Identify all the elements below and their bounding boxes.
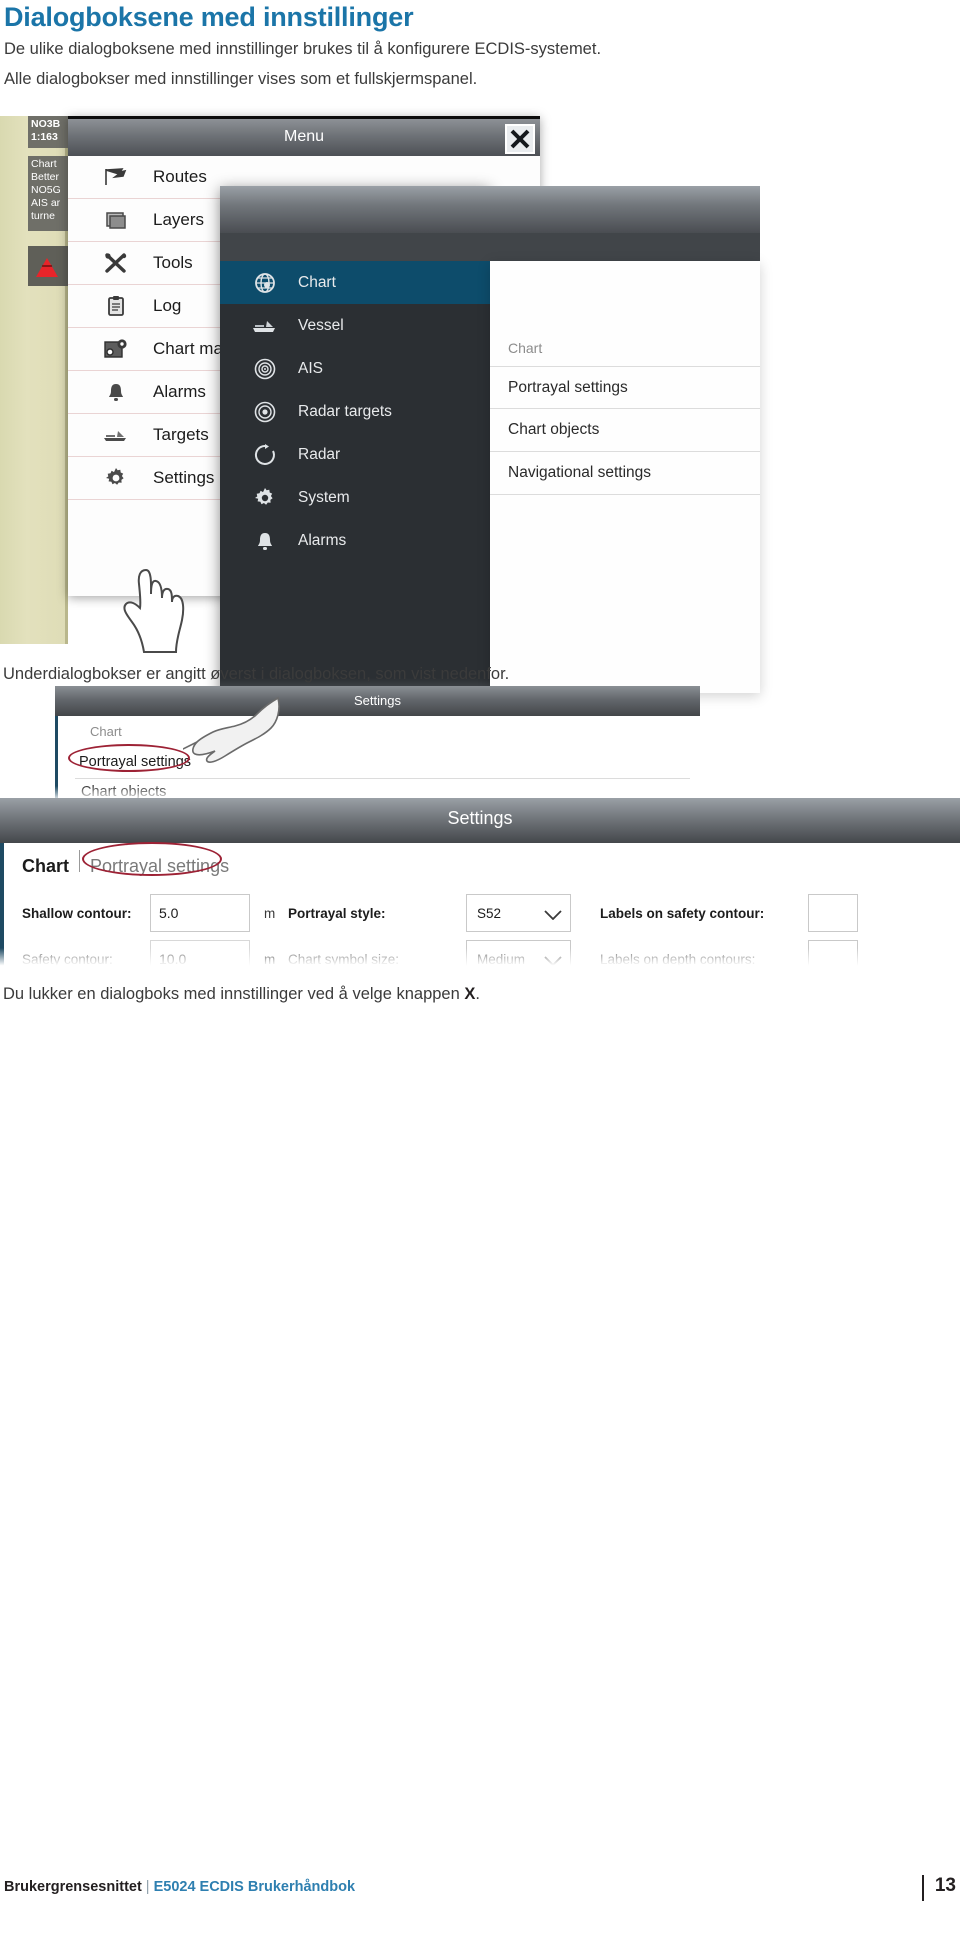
hand-pointer-icon xyxy=(172,696,283,768)
settings-subitem-label: Chart objects xyxy=(508,421,600,438)
menu-title-label: Menu xyxy=(283,128,325,145)
closing-paragraph-period: . xyxy=(475,985,480,1003)
footer-separator: | xyxy=(145,1879,150,1895)
field-row-labels-on-safety-contour: Labels on safety contour: xyxy=(600,894,858,932)
route-flag-icon xyxy=(95,162,137,192)
menu-item-label: Settings xyxy=(153,468,215,487)
radar-target-icon xyxy=(250,399,280,425)
settings-category-label: Vessel xyxy=(298,316,344,334)
settings-subitem-label: Navigational settings xyxy=(508,464,652,481)
settings-category-system[interactable]: System xyxy=(220,476,490,519)
settings-category-label: Radar targets xyxy=(298,402,392,420)
clipboard-log-icon xyxy=(95,291,137,321)
bell-icon xyxy=(95,377,137,407)
tools-cross-icon xyxy=(95,248,137,278)
chart-info-box-status: Chart Better NO5G AIS ar turne xyxy=(28,156,70,231)
settings-small-title-label: Settings xyxy=(354,693,401,708)
warning-triangle-icon xyxy=(36,258,58,277)
footer-page-number: 13 xyxy=(934,1875,956,1896)
menu-titlebar: Menu xyxy=(68,116,540,156)
footer-breadcrumb: Brukergrensesnittet | E5024 ECDIS Brukerhå… xyxy=(4,1879,355,1895)
settings-category-chart[interactable]: Chart xyxy=(220,261,490,304)
closing-paragraph-text: Du lukker en dialogboks med innstillinge… xyxy=(3,985,465,1003)
ais-target-icon xyxy=(250,356,280,382)
settings-category-radar[interactable]: Radar xyxy=(220,433,490,476)
settings-subpanel-list: Portrayal settings Chart objects Navigat… xyxy=(490,366,760,495)
settings-category-label: Alarms xyxy=(298,531,347,549)
figure-fade-bottom xyxy=(0,948,960,970)
divider xyxy=(79,850,81,872)
chart-manager-icon xyxy=(95,334,137,364)
settings-dialog-subbar xyxy=(220,233,760,261)
settings-category-list: Chart Vessel AIS Radar targets Radar Sys… xyxy=(220,261,490,562)
settings-subitem-chart-objects[interactable]: Chart objects xyxy=(490,409,760,452)
figure-settings-dialog-wide: Settings Chart Portrayal settings Shallo… xyxy=(0,798,960,970)
chevron-down-icon xyxy=(544,908,562,921)
footer-divider xyxy=(0,1873,960,1874)
settings-subitem-label: Portrayal settings xyxy=(508,378,628,396)
menu-item-label: Targets xyxy=(153,425,209,444)
settings-small-titlebar: Settings xyxy=(55,686,700,716)
settings-subitem-portrayal-settings[interactable]: Portrayal settings xyxy=(490,366,760,409)
close-button-letter: X xyxy=(464,985,476,1003)
chart-globe-icon xyxy=(250,270,280,296)
figure-settings-dialog-small: Settings Chart Portrayal settings Chart … xyxy=(55,686,700,804)
field-label: Shallow contour: xyxy=(22,905,132,921)
settings-wide-title-label: Settings xyxy=(447,808,513,828)
chart-info-box-scale: NO3B 1:163 xyxy=(28,116,70,148)
menu-item-label: Layers xyxy=(153,210,205,229)
field-unit: m xyxy=(264,905,276,921)
labels-on-safety-contour-checkbox[interactable] xyxy=(808,894,858,932)
settings-category-radar-targets[interactable]: Radar targets xyxy=(220,390,490,433)
vessel-icon xyxy=(250,313,280,339)
footer-section: Brukergrensesnittet xyxy=(4,1879,142,1895)
settings-category-ais[interactable]: AIS xyxy=(220,347,490,390)
intro-paragraph-line-1: De ulike dialogboksene med innstillinger… xyxy=(4,40,602,58)
page-footer: Brukergrensesnittet | E5024 ECDIS Brukerhå… xyxy=(0,1873,960,1907)
field-row-shallow-contour: Shallow contour: 5.0 m xyxy=(22,894,275,932)
closing-paragraph: Du lukker en dialogboks med innstillinge… xyxy=(3,985,480,1004)
portrayal-style-select[interactable]: S52 xyxy=(466,894,571,932)
menu-item-label: Tools xyxy=(153,253,193,272)
field-label: Labels on safety contour: xyxy=(600,905,765,921)
radar-sweep-icon xyxy=(250,442,280,468)
menu-item-label: Routes xyxy=(153,167,207,186)
vessel-targets-icon xyxy=(95,420,137,450)
figure-menu-and-settings-cascade: NO3B 1:163 Chart Better NO5G AIS ar turn… xyxy=(0,108,760,726)
gear-icon xyxy=(95,463,137,493)
settings-category-label: System xyxy=(298,488,350,506)
chart-alert-box xyxy=(28,246,70,286)
field-label: Portrayal style: xyxy=(288,905,386,921)
settings-dialog-titlebar xyxy=(220,186,760,233)
portrayal-style-value: S52 xyxy=(477,905,502,921)
shallow-contour-input[interactable]: 5.0 xyxy=(150,894,250,932)
bell-icon xyxy=(250,528,280,554)
gear-icon xyxy=(250,485,280,511)
settings-subitem-navigational-settings[interactable]: Navigational settings xyxy=(490,452,760,495)
layers-square-icon xyxy=(95,205,137,235)
settings-category-label: Radar xyxy=(298,445,341,463)
annotation-ellipse xyxy=(82,842,222,876)
page-title: Dialogboksene med innstillinger xyxy=(4,2,414,32)
field-row-portrayal-style: Portrayal style: S52 xyxy=(288,894,571,932)
hand-pointer-icon xyxy=(118,568,198,658)
settings-category-vessel[interactable]: Vessel xyxy=(220,304,490,347)
settings-category-alarms[interactable]: Alarms xyxy=(220,519,490,562)
settings-small-group-header: Chart xyxy=(90,724,122,739)
settings-wide-titlebar: Settings xyxy=(0,798,960,843)
footer-page-divider xyxy=(922,1875,924,1901)
annotation-ellipse xyxy=(68,744,190,772)
intro-paragraph-line-2: Alle dialogbokser med innstillinger vise… xyxy=(4,70,478,88)
settings-subpanel-header: Chart xyxy=(508,340,543,356)
menu-item-label: Alarms xyxy=(153,382,206,401)
middle-paragraph: Underdialogbokser er angitt øverst i dia… xyxy=(3,665,510,683)
close-x-icon[interactable] xyxy=(505,124,535,154)
settings-category-label: Chart xyxy=(298,273,336,291)
footer-manual-title: E5024 ECDIS Brukerhåndbok xyxy=(153,1879,356,1895)
divider xyxy=(75,778,690,779)
settings-category-label: AIS xyxy=(298,359,323,377)
tab-chart[interactable]: Chart xyxy=(22,856,69,877)
menu-item-label: Log xyxy=(153,296,182,315)
